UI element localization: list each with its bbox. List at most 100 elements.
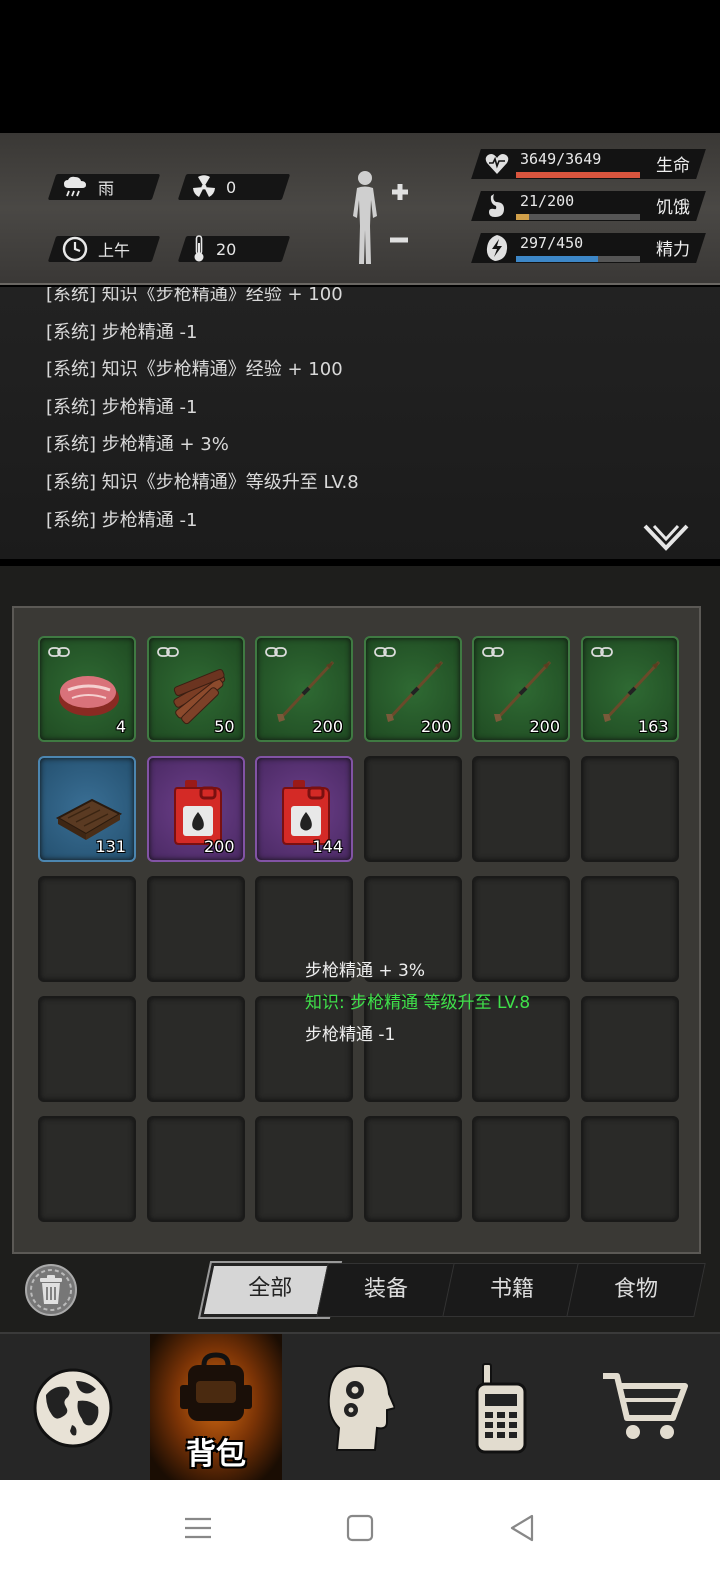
inventory-slot-item[interactable]: 163 [580, 636, 679, 742]
bottom-navigation: 背包 [0, 1332, 720, 1482]
inventory-slot-empty[interactable] [580, 1116, 679, 1222]
wood-board-icon [55, 798, 123, 840]
inventory-slot-empty[interactable] [580, 756, 679, 862]
inventory-slot-empty[interactable] [38, 876, 136, 982]
log-line: [系统] 步枪精通 -1 [46, 321, 198, 343]
tab-books[interactable]: 书籍 [442, 1263, 582, 1317]
health-stat: 3649/3649 生命 [471, 146, 716, 182]
tab-label: 装备 [363, 1277, 408, 1302]
nav-backpack-button[interactable]: 背包 [150, 1334, 282, 1482]
arrow-icon [494, 660, 552, 722]
lightning-icon [486, 235, 508, 261]
nav-world-button[interactable] [8, 1334, 138, 1482]
globe-icon [33, 1368, 113, 1448]
nav-shop-button[interactable] [580, 1334, 710, 1482]
tab-label: 书籍 [489, 1277, 534, 1302]
wood-sticks-icon [172, 668, 225, 725]
walkie-talkie-icon [475, 1363, 527, 1454]
energy-stat: 297/450 精力 [471, 230, 716, 266]
fuel-can-icon [282, 780, 330, 845]
inventory-slot-empty[interactable] [146, 1116, 245, 1222]
tab-label: 全部 [248, 1276, 293, 1301]
time-of-day-text: 上午 [98, 241, 131, 260]
log-line: [系统] 步枪精通 + 3% [46, 434, 229, 456]
inventory-slot-empty[interactable] [472, 1116, 570, 1222]
item-quantity: 200 [203, 837, 235, 856]
nav-skills-button[interactable] [294, 1334, 424, 1482]
meat-icon [59, 676, 119, 716]
log-line: [系统] 知识《步枪精通》经验 + 100 [46, 359, 343, 381]
brain-head-icon [327, 1364, 395, 1451]
energy-value: 297/450 [520, 234, 584, 252]
energy-bar [516, 256, 640, 262]
rain-cloud-icon [64, 176, 86, 197]
item-quantity: 131 [95, 837, 126, 856]
inventory-slot-item[interactable]: 200 [255, 636, 353, 742]
inventory-slot-empty[interactable] [146, 876, 245, 982]
hunger-value: 21/200 [520, 192, 575, 210]
collapse-log-button[interactable] [642, 522, 690, 554]
inventory-slot-item[interactable]: 4 [38, 636, 136, 742]
message-log[interactable]: [系统] 知识《步枪精通》经验 + 100 [系统] 步枪精通 -1 [系统] … [0, 287, 720, 559]
weather-text: 雨 [98, 179, 115, 198]
tab-equipment[interactable]: 装备 [316, 1263, 456, 1317]
inventory-slot-empty[interactable] [580, 996, 679, 1102]
tab-food[interactable]: 食物 [566, 1263, 706, 1317]
fuel-can-icon [173, 780, 222, 845]
inventory-slot-empty[interactable] [580, 876, 679, 982]
human-body-icon [353, 171, 377, 264]
hunger-label: 饥饿 [656, 198, 690, 218]
inventory-slot-item[interactable]: 50 [146, 636, 245, 742]
inventory-slot-empty[interactable] [38, 1116, 136, 1222]
log-line: [系统] 步枪精通 -1 [46, 509, 198, 531]
inventory-slot-item[interactable]: 131 [38, 756, 136, 862]
energy-label: 精力 [656, 240, 690, 260]
inventory-slot-item[interactable]: 200 [472, 636, 570, 742]
cart-icon [603, 1373, 688, 1439]
inventory-slot-item[interactable]: 200 [146, 756, 245, 862]
temperature-indicator: 20 [177, 235, 291, 262]
tab-label: 食物 [613, 1277, 658, 1302]
nav-backpack-label: 背包 [186, 1437, 246, 1472]
inventory-slot-empty[interactable] [363, 1116, 462, 1222]
thermometer-icon [194, 235, 204, 262]
home-icon[interactable] [340, 1508, 380, 1548]
body-status-button[interactable] [340, 168, 420, 268]
inventory-slot-empty[interactable] [363, 756, 462, 862]
toast-line: 步枪精通 -1 [305, 1025, 396, 1045]
radiation-icon [193, 175, 215, 197]
inventory-slot-empty[interactable] [255, 1116, 353, 1222]
log-line: [系统] 步枪精通 -1 [46, 396, 198, 418]
backpack-icon [180, 1352, 252, 1422]
health-bar [516, 172, 640, 178]
radiation-indicator: 0 [177, 174, 291, 200]
toast-line-highlight: 知识: 步枪精通 等级升至 LV.8 [305, 993, 531, 1013]
hunger-bar [516, 214, 640, 220]
hunger-stat: 21/200 饥饿 [471, 188, 716, 224]
stomach-icon [489, 194, 504, 217]
health-label: 生命 [656, 156, 690, 176]
back-icon[interactable] [502, 1508, 542, 1548]
trash-button[interactable] [24, 1263, 78, 1317]
item-quantity: 50 [214, 717, 235, 736]
radiation-value: 0 [226, 177, 237, 197]
log-line: [系统] 知识《步枪精通》等级升至 LV.8 [46, 471, 359, 493]
nav-radio-button[interactable] [436, 1334, 566, 1482]
item-quantity: 200 [529, 717, 560, 736]
arrow-icon [277, 660, 335, 722]
item-quantity: 4 [115, 717, 126, 736]
arrow-icon [385, 660, 443, 722]
item-quantity: 163 [637, 717, 669, 736]
inventory-slot-item[interactable]: 144 [255, 756, 353, 862]
menu-icon[interactable] [178, 1508, 218, 1548]
inventory-slot-empty[interactable] [146, 996, 245, 1102]
inventory-slot-item[interactable]: 200 [363, 636, 462, 742]
notification-toast: 步枪精通 + 3% 知识: 步枪精通 等级升至 LV.8 步枪精通 -1 [305, 955, 530, 1051]
system-navigation-bar [0, 1480, 720, 1584]
item-quantity: 200 [420, 717, 452, 736]
time-indicator: 上午 [47, 236, 161, 262]
clock-icon [62, 236, 88, 262]
inventory-slot-empty[interactable] [472, 756, 570, 862]
item-quantity: 144 [312, 837, 343, 856]
inventory-slot-empty[interactable] [38, 996, 136, 1102]
